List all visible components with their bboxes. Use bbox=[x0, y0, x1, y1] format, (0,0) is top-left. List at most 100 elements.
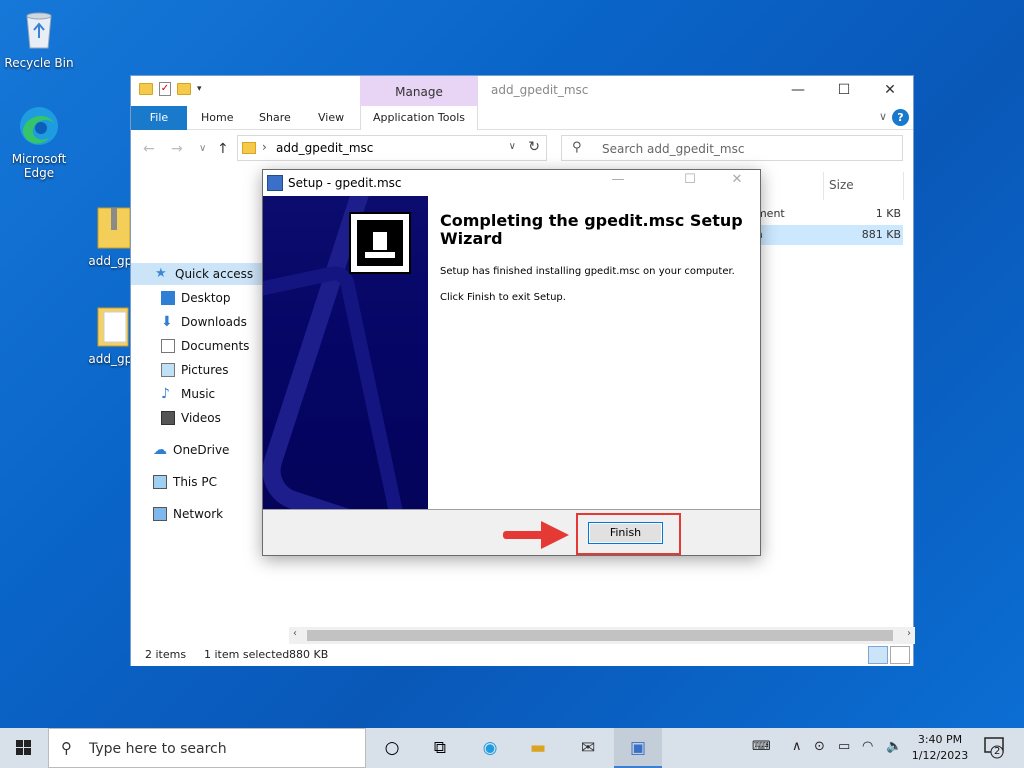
status-bar: 2 items 1 item selected 880 KB bbox=[131, 644, 913, 666]
nav-network[interactable]: Network bbox=[153, 503, 223, 525]
close-icon[interactable]: ✕ bbox=[867, 76, 913, 106]
file-size: 1 KB bbox=[875, 207, 901, 220]
meet-now-icon[interactable]: ⊙ bbox=[814, 739, 825, 754]
tab-file[interactable]: File bbox=[131, 106, 187, 130]
qat-dropdown-icon[interactable]: ▾ bbox=[197, 84, 202, 94]
nav-this-pc[interactable]: This PC bbox=[153, 471, 217, 493]
horizontal-scrollbar[interactable]: ‹ › bbox=[289, 627, 915, 644]
address-path[interactable]: add_gpedit_msc bbox=[276, 141, 373, 155]
recycle-bin-icon bbox=[17, 8, 61, 52]
volume-muted-icon[interactable]: 🔈 bbox=[886, 739, 902, 754]
nav-pictures[interactable]: Pictures bbox=[161, 359, 229, 381]
scrollbar-thumb[interactable] bbox=[307, 630, 893, 641]
clock-date: 1/12/2023 bbox=[911, 749, 969, 762]
maximize-icon[interactable]: ☐ bbox=[821, 76, 867, 106]
chevron-right-icon[interactable]: › bbox=[262, 140, 267, 154]
ribbon-collapse-icon[interactable]: ∨ bbox=[879, 110, 887, 123]
folder-icon bbox=[242, 142, 256, 154]
desktop-icon-edge[interactable]: Microsoft Edge bbox=[1, 104, 77, 180]
wizard-instruction: Click Finish to exit Setup. bbox=[440, 292, 566, 303]
nav-desktop[interactable]: Desktop bbox=[161, 287, 231, 309]
red-arrow-annotation-icon bbox=[503, 521, 569, 549]
show-hidden-icons-chevron-up-icon[interactable]: ∧ bbox=[792, 739, 802, 754]
tab-share[interactable]: Share bbox=[259, 106, 291, 130]
dialog-titlebar: Setup - gpedit.msc — ☐ ✕ bbox=[263, 170, 760, 196]
nav-downloads[interactable]: ⬇ Downloads bbox=[161, 311, 247, 333]
search-placeholder: Search add_gpedit_msc bbox=[602, 142, 745, 156]
nav-label: Videos bbox=[181, 411, 221, 425]
download-icon: ⬇ bbox=[161, 314, 173, 330]
search-icon: ⚲ bbox=[572, 140, 582, 155]
properties-icon[interactable]: ✓ bbox=[159, 82, 171, 96]
taskbar-clock[interactable]: 3:40 PM 1/12/2023 bbox=[908, 732, 972, 764]
desktop-icon-label: Recycle Bin bbox=[4, 56, 74, 70]
status-size: 880 KB bbox=[289, 648, 329, 661]
details-view-icon[interactable] bbox=[868, 646, 888, 664]
installer-logo-icon bbox=[349, 212, 411, 274]
desktop-icon-recycle-bin[interactable]: Recycle Bin bbox=[1, 8, 77, 70]
nav-label: Documents bbox=[181, 339, 250, 353]
nav-label: Quick access bbox=[175, 267, 254, 281]
wizard-banner-image bbox=[263, 196, 428, 509]
nav-music[interactable]: ♪ Music bbox=[161, 383, 215, 405]
new-folder-icon[interactable] bbox=[177, 83, 191, 95]
status-item-count: 2 items bbox=[145, 648, 187, 661]
network-icon bbox=[153, 507, 167, 521]
nav-label: Desktop bbox=[181, 291, 231, 305]
column-header-size[interactable]: Size bbox=[829, 178, 854, 192]
taskbar-search-box[interactable]: ⚲ Type here to search bbox=[48, 728, 366, 768]
start-button[interactable] bbox=[0, 728, 48, 768]
notification-count-badge: 2 bbox=[994, 746, 1001, 757]
setup-taskbar-icon[interactable]: ▣ bbox=[614, 728, 662, 768]
nav-onedrive[interactable]: ☁ OneDrive bbox=[153, 439, 229, 461]
status-selected: 1 item selected bbox=[204, 648, 290, 661]
setup-app-icon bbox=[267, 175, 283, 191]
back-icon[interactable]: ← bbox=[143, 141, 155, 157]
search-icon: ⚲ bbox=[61, 739, 72, 757]
scroll-right-icon[interactable]: › bbox=[907, 628, 911, 639]
address-row: ← → ∨ ↑ › add_gpedit_msc ∨ ↻ ⚲ Search ad… bbox=[131, 131, 913, 167]
network-tray-icon[interactable]: ▭ bbox=[838, 739, 850, 754]
nav-documents[interactable]: Documents bbox=[161, 335, 249, 357]
minimize-icon[interactable]: — bbox=[595, 172, 641, 187]
window-title: add_gpedit_msc bbox=[491, 83, 589, 97]
up-icon[interactable]: ↑ bbox=[217, 141, 229, 157]
documents-icon bbox=[161, 339, 175, 353]
manage-context-tab[interactable]: Manage bbox=[360, 76, 478, 106]
tab-view[interactable]: View bbox=[318, 106, 344, 130]
minimize-icon[interactable]: — bbox=[775, 76, 821, 106]
explorer-titlebar: ✓ ▾ Manage add_gpedit_msc — ☐ ✕ bbox=[131, 76, 913, 106]
folder-icon[interactable] bbox=[139, 83, 153, 95]
file-explorer-taskbar-icon[interactable]: ▬ bbox=[514, 728, 562, 768]
large-icons-view-icon[interactable] bbox=[890, 646, 910, 664]
windows-logo-icon bbox=[16, 740, 31, 755]
clock-time: 3:40 PM bbox=[917, 733, 963, 746]
help-icon[interactable]: ? bbox=[892, 109, 909, 126]
tab-application-tools[interactable]: Application Tools bbox=[360, 106, 478, 130]
desktop-icon-label: Microsoft Edge bbox=[11, 152, 67, 180]
mail-taskbar-icon[interactable]: ✉ bbox=[564, 728, 612, 768]
keyboard-icon[interactable]: ⌨ bbox=[752, 739, 771, 754]
window-controls: — ☐ ✕ bbox=[775, 76, 913, 106]
edge-taskbar-icon[interactable]: ◉ bbox=[466, 728, 514, 768]
chevron-down-icon[interactable]: ∨ bbox=[509, 141, 516, 152]
music-icon: ♪ bbox=[161, 386, 170, 402]
file-size: 881 KB bbox=[861, 228, 901, 241]
nav-videos[interactable]: Videos bbox=[161, 407, 221, 429]
search-box[interactable]: ⚲ Search add_gpedit_msc bbox=[561, 135, 903, 161]
nav-label: This PC bbox=[173, 475, 217, 489]
headset-icon[interactable]: ◠ bbox=[862, 739, 873, 754]
nav-label: Network bbox=[173, 507, 224, 521]
finish-button[interactable]: Finish bbox=[588, 522, 663, 544]
quick-access-toolbar: ✓ ▾ bbox=[139, 82, 202, 96]
forward-icon[interactable]: → bbox=[171, 141, 183, 157]
recent-dropdown-icon[interactable]: ∨ bbox=[199, 143, 206, 154]
cortana-icon[interactable]: ○ bbox=[368, 728, 416, 768]
refresh-icon[interactable]: ↻ bbox=[528, 139, 540, 155]
close-icon[interactable]: ✕ bbox=[714, 172, 760, 187]
task-view-icon[interactable]: ⧉ bbox=[416, 728, 464, 768]
tab-home[interactable]: Home bbox=[201, 106, 233, 130]
scroll-left-icon[interactable]: ‹ bbox=[293, 628, 297, 639]
address-bar[interactable]: › add_gpedit_msc ∨ ↻ bbox=[237, 135, 547, 161]
ribbon-tabs: File Home Share View Application Tools ∨… bbox=[131, 106, 913, 130]
